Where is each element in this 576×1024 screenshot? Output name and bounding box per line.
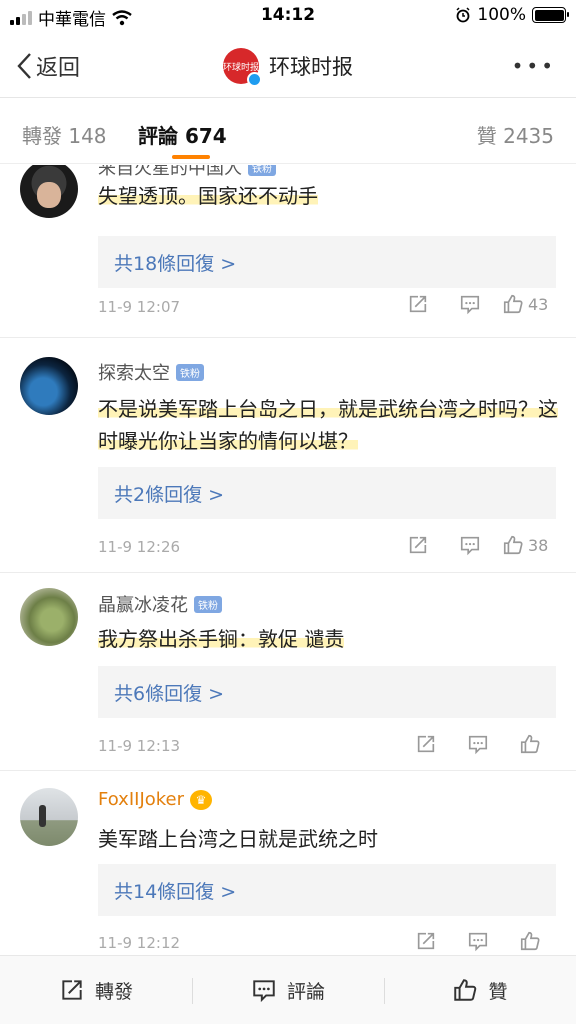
account-header[interactable]: 环球时报 环球时报 <box>0 48 576 87</box>
active-tab-indicator <box>172 155 210 159</box>
comment-username[interactable]: 晶赢冰凌花 铁粉 <box>98 591 222 617</box>
username-text: 来自火星的中国人 <box>98 165 242 179</box>
thumbs-up-icon <box>503 294 523 314</box>
username-text: FoxIIJoker <box>98 789 185 810</box>
account-avatar[interactable]: 环球时报 <box>223 48 262 87</box>
share-icon[interactable] <box>392 534 444 556</box>
alarm-icon <box>456 7 470 23</box>
like-count: 38 <box>528 535 549 555</box>
thumbs-up-icon <box>454 979 477 1001</box>
fan-badge: 铁粉 <box>248 165 276 176</box>
fan-badge: 铁粉 <box>176 363 204 381</box>
comment-username[interactable]: 探索太空 铁粉 <box>98 359 204 385</box>
replies-box[interactable]: 共6條回復 > <box>98 666 556 718</box>
comment-text-content: 美军踏上台湾之日就是武统之时 <box>98 827 378 851</box>
avatar[interactable] <box>20 165 78 218</box>
status-right: 100% <box>455 5 569 25</box>
tab-comments[interactable]: 評論 674 <box>138 120 227 149</box>
comment-timestamp: 11-9 12:13 <box>98 737 181 755</box>
battery-fill <box>534 9 564 21</box>
comment-text: 美军踏上台湾之日就是武统之时 <box>98 823 558 855</box>
comment-timestamp: 11-9 12:07 <box>98 298 181 316</box>
forward-button[interactable]: 轉發 <box>0 956 192 1024</box>
comment-icon[interactable] <box>444 293 496 315</box>
comment-text: 我方祭出杀手锏：敦促 谴责 <box>98 623 558 655</box>
page-title: 环球时报 <box>269 55 353 79</box>
comment-actions <box>400 733 556 755</box>
nav-bar: 返回 环球时报 环球时报 ••• <box>0 32 576 98</box>
replies-box[interactable]: 共14條回復 > <box>98 864 556 916</box>
comment-label: 評論 <box>286 980 325 1003</box>
tab-bar: 轉發 148 評論 674 贊 2435 <box>0 98 576 164</box>
comment-button[interactable]: 評論 <box>192 956 384 1024</box>
username-text: 探索太空 <box>98 363 170 384</box>
verified-icon <box>247 72 262 87</box>
view-replies-link[interactable]: 共14條回復 > <box>114 877 236 904</box>
more-options-icon[interactable]: ••• <box>512 54 556 78</box>
comment-text-content: 不是说美军踏上台岛之日，就是武统台湾之时吗？这时曝光你让当家的情何以堪？ <box>98 397 558 453</box>
battery-percent: 100% <box>477 5 526 25</box>
share-icon[interactable] <box>400 930 452 952</box>
comment-icon[interactable] <box>444 534 496 556</box>
comment-username[interactable]: FoxIIJoker ♛ <box>98 789 213 810</box>
comment-actions <box>400 930 556 952</box>
comment-item: FoxIIJoker ♛ 美军踏上台湾之日就是武统之时 共14條回復 > 11-… <box>0 771 576 955</box>
account-avatar-logo: 环球时报 <box>223 62 260 73</box>
like-button[interactable]: 38 <box>496 534 556 556</box>
comment-text-content: 我方祭出杀手锏：敦促 谴责 <box>98 627 345 651</box>
comment-text: 失望透顶。国家还不动手 <box>98 180 558 212</box>
comment-actions: 38 <box>392 534 556 556</box>
comment-icon[interactable] <box>452 930 504 952</box>
forward-label: 轉發 <box>94 980 133 1003</box>
thumbs-up-icon <box>503 535 523 555</box>
tab-forwards[interactable]: 轉發 148 <box>22 120 107 149</box>
crown-icon: ♛ <box>190 789 213 810</box>
avatar[interactable] <box>20 588 78 646</box>
tab-likes[interactable]: 贊 2435 <box>477 120 554 149</box>
comment-timestamp: 11-9 12:12 <box>98 934 181 952</box>
share-icon[interactable] <box>400 733 452 755</box>
like-count: 43 <box>528 294 549 314</box>
share-icon <box>62 980 82 1000</box>
view-replies-link[interactable]: 共2條回復 > <box>114 480 224 507</box>
comment-timestamp: 11-9 12:26 <box>98 538 181 556</box>
comment-username[interactable]: 来自火星的中国人 铁粉 <box>98 165 276 180</box>
battery-icon <box>532 7 569 23</box>
view-replies-link[interactable]: 共18條回復 > <box>114 249 236 276</box>
like-button[interactable] <box>504 733 556 755</box>
replies-box[interactable]: 共18條回復 > <box>98 236 556 288</box>
like-button[interactable]: 43 <box>496 293 556 315</box>
bottom-toolbar: 轉發 評論 贊 <box>0 955 576 1024</box>
like-button[interactable]: 贊 <box>384 956 576 1024</box>
view-replies-link[interactable]: 共6條回復 > <box>114 679 224 706</box>
fan-badge: 铁粉 <box>194 595 222 613</box>
comment-text: 不是说美军踏上台岛之日，就是武统台湾之时吗？这时曝光你让当家的情何以堪？ <box>98 393 558 457</box>
comment-icon[interactable] <box>452 733 504 755</box>
share-icon[interactable] <box>392 293 444 315</box>
replies-box[interactable]: 共2條回復 > <box>98 467 556 519</box>
username-text: 晶赢冰凌花 <box>98 595 188 616</box>
like-button[interactable] <box>504 930 556 952</box>
thumbs-up-icon <box>520 734 540 754</box>
avatar[interactable] <box>20 357 78 415</box>
comment-item: 探索太空 铁粉 不是说美军踏上台岛之日，就是武统台湾之时吗？这时曝光你让当家的情… <box>0 338 576 573</box>
comment-icon <box>253 980 275 1003</box>
thumbs-up-icon <box>520 931 540 951</box>
status-bar: 中華電信 14:12 100% <box>0 0 576 32</box>
comment-actions: 43 <box>392 293 556 315</box>
avatar[interactable] <box>20 788 78 846</box>
comment-item: 来自火星的中国人 铁粉 失望透顶。国家还不动手 共18條回復 > 11-9 12… <box>0 165 576 338</box>
like-label: 贊 <box>488 980 508 1003</box>
comment-list: 来自火星的中国人 铁粉 失望透顶。国家还不动手 共18條回復 > 11-9 12… <box>0 165 576 955</box>
comment-text-content: 失望透顶。国家还不动手 <box>98 184 318 208</box>
comment-item: 晶赢冰凌花 铁粉 我方祭出杀手锏：敦促 谴责 共6條回復 > 11-9 12:1… <box>0 573 576 771</box>
